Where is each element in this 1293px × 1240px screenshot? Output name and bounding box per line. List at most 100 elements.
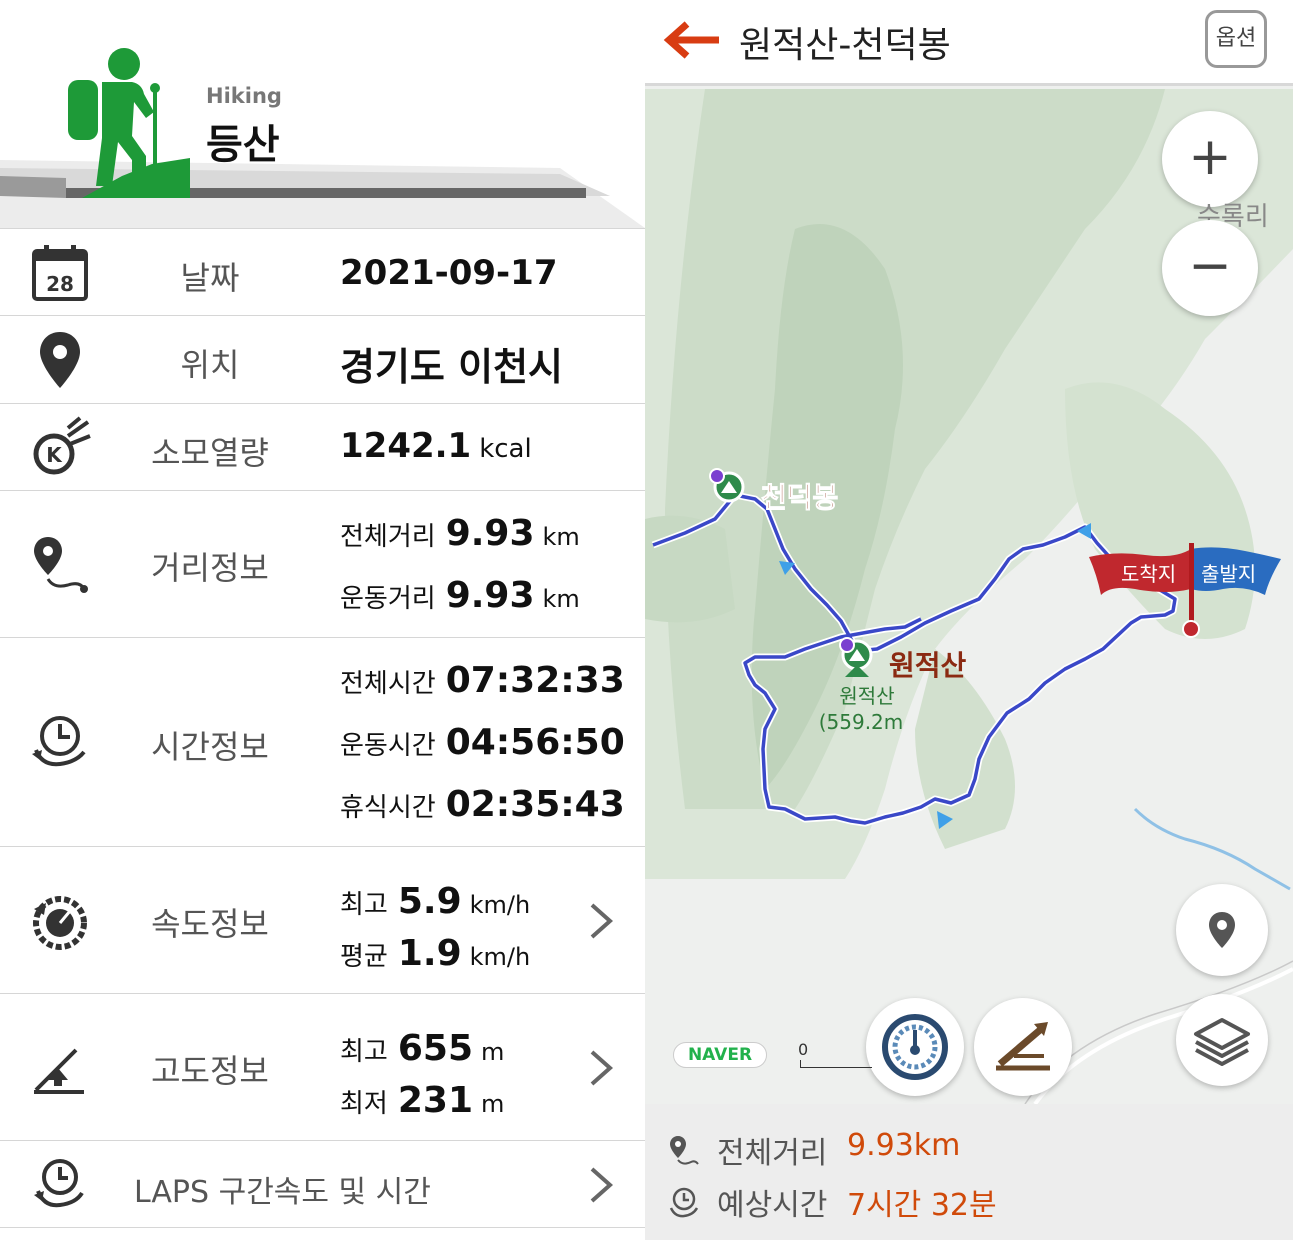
naver-logo: NAVER (673, 1042, 767, 1068)
distance-row: 거리정보 전체거리 9.93 km 운동거리 9.93 km (0, 490, 645, 637)
avg-speed-value: 1.9 (397, 933, 462, 974)
max-altitude: 최고 655 m (340, 1028, 504, 1069)
max-speed-key: 최고 (340, 890, 388, 920)
calories-value-group: 1242.1 kcal (340, 426, 532, 466)
max-altitude-unit: m (481, 1038, 505, 1066)
zoom-out-button[interactable]: − (1162, 220, 1258, 316)
date-label: 날짜 (180, 259, 240, 297)
activity-english-label: Hiking (206, 84, 282, 108)
route-summary-footer: 전체거리 9.93km 예상시간 7시간 32분 (645, 1104, 1293, 1240)
clock-icon (32, 716, 86, 767)
date-row: 28 날짜 2021-09-17 (0, 228, 645, 315)
moving-time: 운동시간 04:56:50 (340, 722, 625, 763)
footer-time-value: 7시간 32분 (847, 1188, 997, 1223)
zoom-in-button[interactable]: + (1162, 111, 1258, 207)
map-panel: 원적산-천덕봉 옵션 천덕봉 원적산 원적산 (559.2m 도착지 출발지 +… (645, 0, 1293, 1240)
laps-row[interactable]: LAPS 구간속도 및 시간 (0, 1140, 645, 1228)
max-speed: 최고 5.9 km/h (340, 881, 530, 922)
peak1-label: 천덕봉 (761, 481, 838, 514)
map-top-bar: 원적산-천덕봉 옵션 (645, 0, 1293, 86)
max-altitude-value: 655 (397, 1028, 473, 1069)
location-value: 경기도 이천시 (340, 345, 563, 389)
footer-distance-value: 9.93km (847, 1128, 961, 1163)
calendar-day: 28 (46, 272, 74, 296)
layers-icon (1194, 1018, 1250, 1066)
start-flag-label: 출발지 (1201, 562, 1256, 586)
rest-time-value: 02:35:43 (445, 784, 625, 825)
min-altitude-unit: m (481, 1090, 505, 1118)
peak2-caption-line1: 원적산 (839, 684, 894, 708)
total-time-value: 07:32:33 (445, 660, 625, 701)
max-speed-value: 5.9 (397, 881, 462, 922)
total-distance-key: 전체거리 (340, 522, 436, 552)
moving-distance-unit: km (542, 585, 580, 613)
moving-distance: 운동거리 9.93 km (340, 575, 580, 616)
location-pin-icon (40, 332, 80, 388)
distance-icon (670, 1136, 699, 1165)
total-distance: 전체거리 9.93 km (340, 513, 580, 554)
moving-time-key: 운동시간 (340, 731, 436, 761)
moving-time-value: 04:56:50 (445, 722, 625, 763)
avg-speed-unit: km/h (469, 943, 531, 971)
laps-icon (34, 1159, 84, 1208)
layers-button[interactable] (1176, 994, 1268, 1086)
time-row: 시간정보 전체시간 07:32:33 운동시간 04:56:50 휴식시간 02:35… (0, 637, 645, 846)
avg-speed: 평균 1.9 km/h (340, 933, 530, 974)
activity-title: 등산 (206, 122, 280, 168)
distance-label: 거리정보 (151, 549, 269, 587)
arrival-flag-label: 도착지 (1121, 562, 1176, 586)
summary-panel: Hiking 등산 28 날짜 2021-09-17 위치 경기도 이천시 K … (0, 0, 645, 1240)
date-value: 2021-09-17 (340, 253, 558, 293)
rest-time: 휴식시간 02:35:43 (340, 784, 625, 825)
options-button[interactable]: 옵션 (1205, 10, 1267, 68)
time-label: 시간정보 (151, 728, 269, 766)
map-title: 원적산-천덕봉 (739, 25, 951, 66)
speed-gauge-icon (882, 1014, 948, 1080)
speed-label: 속도정보 (151, 905, 269, 943)
clock-icon (669, 1187, 699, 1218)
peak2-caption-line2: (559.2m (819, 710, 904, 734)
zoom-in-icon: + (1188, 127, 1232, 187)
altitude-label: 고도정보 (151, 1052, 269, 1090)
calories-label: 소모열량 (151, 434, 269, 472)
location-row: 위치 경기도 이천시 (0, 315, 645, 403)
total-distance-unit: km (542, 523, 580, 551)
max-speed-unit: km/h (469, 891, 531, 919)
altitude-row[interactable]: 고도정보 최고 655 m 최저 231 m (0, 993, 645, 1140)
min-altitude-value: 231 (397, 1080, 473, 1121)
speed-row[interactable]: 속도정보 최고 5.9 km/h 평균 1.9 km/h (0, 846, 645, 993)
slope-icon (996, 1022, 1050, 1071)
max-altitude-key: 최고 (340, 1037, 388, 1067)
chevron-right-icon[interactable] (588, 901, 614, 941)
footer-distance-label: 전체거리 (717, 1136, 828, 1171)
total-time: 전체시간 07:32:33 (340, 660, 625, 701)
distance-icon (34, 537, 88, 593)
slope-button[interactable] (974, 998, 1072, 1096)
calorie-icon: K (33, 416, 91, 475)
speed-gauge-button[interactable] (866, 998, 964, 1096)
my-location-button[interactable] (1176, 884, 1268, 976)
back-arrow-icon[interactable] (663, 20, 721, 60)
scale-zero-label: 0 (798, 1040, 809, 1059)
calories-unit: kcal (479, 434, 532, 464)
chevron-right-icon[interactable] (588, 1048, 614, 1088)
speedometer-icon (33, 896, 87, 950)
hiker-icon (68, 48, 190, 198)
min-altitude: 최저 231 m (340, 1080, 504, 1121)
calories-value: 1242.1 (340, 426, 472, 466)
min-altitude-key: 최저 (340, 1089, 388, 1119)
activity-header: Hiking 등산 (0, 0, 645, 228)
altitude-icon (34, 1048, 84, 1094)
moving-distance-key: 운동거리 (340, 584, 436, 614)
calendar-icon: 28 (32, 245, 88, 301)
scale-bar (800, 1060, 872, 1068)
my-location-icon (1209, 912, 1235, 948)
footer-time-label: 예상시간 (717, 1188, 828, 1223)
calories-row: K 소모열량 1242.1 kcal (0, 403, 645, 490)
location-label: 위치 (180, 346, 240, 384)
avg-speed-key: 평균 (340, 942, 388, 972)
laps-label: LAPS 구간속도 및 시간 (134, 1175, 431, 1210)
chevron-right-icon[interactable] (588, 1165, 614, 1205)
total-time-key: 전체시간 (340, 669, 436, 699)
moving-distance-value: 9.93 (445, 575, 535, 616)
